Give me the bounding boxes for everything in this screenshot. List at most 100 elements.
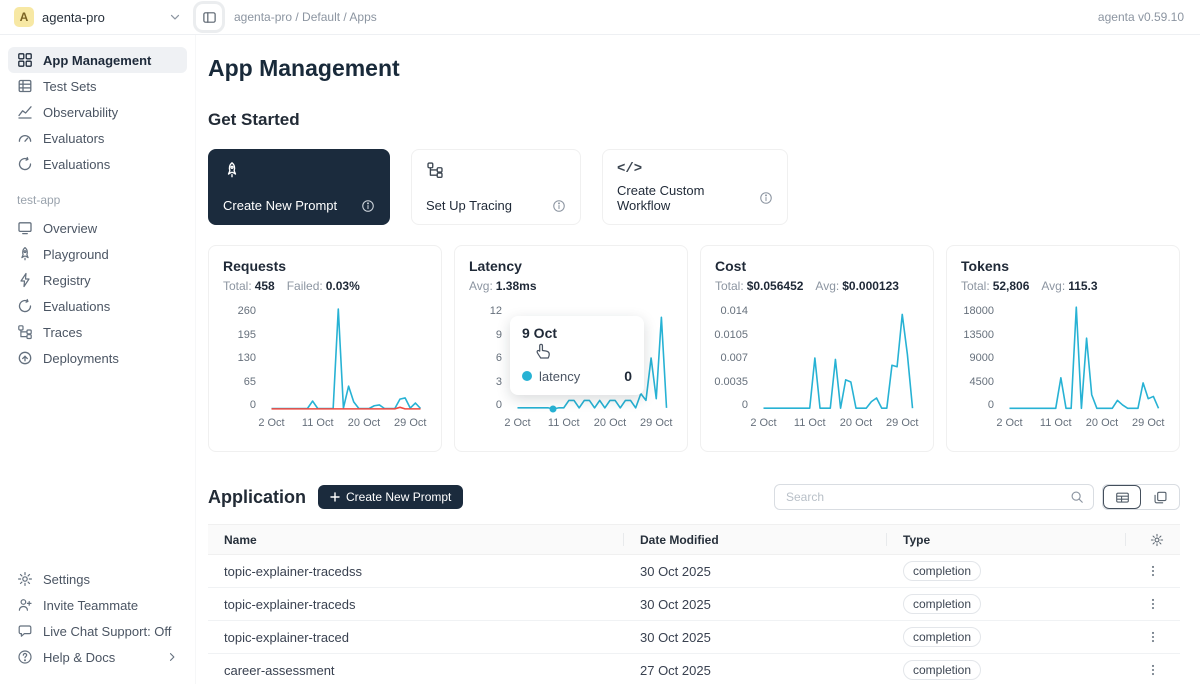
sidebar-item-deployments[interactable]: Deployments [8,345,187,371]
sidebar-item-invite-teammate[interactable]: Invite Teammate [8,592,187,618]
y-tick-label: 0.007 [720,352,748,364]
row-actions-button[interactable] [1142,593,1164,615]
x-tick-label: 20 Oct [594,417,626,429]
plus-icon [330,492,340,502]
sidebar-item-registry[interactable]: Registry [8,267,187,293]
chart-stat: Total:$0.056452 [715,279,803,293]
x-tick-label: 2 Oct [750,417,776,429]
tokens-chart-card[interactable]: Tokens Total:52,806 Avg:115.3 1800013500… [946,245,1180,452]
search-icon[interactable] [1070,490,1084,504]
y-axis: 260195130650 [223,305,265,411]
app-name[interactable]: topic-explainer-traceds [208,588,624,621]
card-view-button[interactable] [1141,485,1179,509]
x-tick-label: 29 Oct [1132,417,1164,429]
table-row[interactable]: topic-explainer-traced 30 Oct 2025 compl… [208,621,1180,654]
circle-arrow-icon [17,298,33,314]
sidebar-item-overview[interactable]: Overview [8,215,187,241]
sidebar-item-label: Playground [43,247,109,262]
info-icon[interactable] [361,199,375,213]
series-requests [271,309,420,408]
chevron-down-icon [168,10,182,24]
info-icon[interactable] [759,191,773,205]
sidebar-item-settings[interactable]: Settings [8,566,187,592]
y-axis: 1800013500900045000 [961,305,1003,411]
sidebar-item-test-sets[interactable]: Test Sets [8,73,187,99]
app-date: 30 Oct 2025 [624,555,887,588]
column-header-date[interactable]: Date Modified [624,525,887,555]
y-tick-label: 0 [988,399,994,411]
sidebar-item-label: Invite Teammate [43,598,138,613]
card-label: Create New Prompt [223,198,337,213]
chart-stat: Avg:$0.000123 [815,279,899,293]
x-tick-label: 11 Oct [548,417,580,429]
search-input[interactable] [786,490,1070,504]
y-tick-label: 0 [496,399,502,411]
info-icon[interactable] [552,199,566,213]
cursor-pointer-icon [535,343,551,365]
row-actions-button[interactable] [1142,560,1164,582]
card-view-icon [1153,490,1168,505]
chart-plot[interactable] [1003,305,1165,411]
create-custom-workflow-card[interactable]: </> Create Custom Workflow [602,149,788,225]
column-header-type[interactable]: Type [887,525,1126,555]
cost-chart-card[interactable]: Cost Total:$0.056452 Avg:$0.000123 0.014… [700,245,934,452]
app-name[interactable]: topic-explainer-tracedss [208,555,624,588]
row-actions-button[interactable] [1142,659,1164,681]
series-cost [763,314,912,408]
page-title: App Management [208,55,1180,82]
workspace-selector[interactable]: A agenta-pro [0,7,182,27]
y-axis: 0.0140.01050.0070.00350 [715,305,757,411]
create-new-prompt-button[interactable]: Create New Prompt [318,485,463,509]
sidebar-item-evaluations[interactable]: Evaluations [8,151,187,177]
table-settings-button[interactable] [1150,533,1164,547]
table-row[interactable]: career-assessment 27 Oct 2025 completion [208,654,1180,684]
workspace-avatar: A [14,7,34,27]
row-actions-button[interactable] [1142,626,1164,648]
hover-point-marker [550,405,557,412]
app-name[interactable]: career-assessment [208,654,624,684]
sidebar-section-label: test-app [17,193,187,207]
card-label: Set Up Tracing [426,198,512,213]
search-box[interactable] [774,484,1094,510]
requests-chart-card[interactable]: Requests Total:458 Failed:0.03% 26019513… [208,245,442,452]
chart-plot[interactable] [265,305,427,411]
sidebar-item-label: Settings [43,572,90,587]
applications-table: Name Date Modified Type topic-explainer-… [208,524,1180,684]
chart-stat: Failed:0.03% [287,279,360,293]
grid-icon [17,52,33,68]
x-axis: 2 Oct11 Oct20 Oct29 Oct [265,417,427,433]
set-up-tracing-card[interactable]: Set Up Tracing [411,149,581,225]
code-icon: </> [617,161,773,179]
y-tick-label: 12 [490,305,502,317]
sidebar-item-live-chat[interactable]: Live Chat Support: Off [8,618,187,644]
sidebar-item-observability[interactable]: Observability [8,99,187,125]
chart-title: Latency [469,258,673,274]
tree-icon [17,324,33,340]
latency-chart-card[interactable]: Latency Avg:1.38ms 129630 2 Oct11 Oct20 … [454,245,688,452]
y-tick-label: 0 [250,399,256,411]
column-header-name[interactable]: Name [208,525,624,555]
table-view-button[interactable] [1103,485,1141,509]
sidebar-item-app-evaluations[interactable]: Evaluations [8,293,187,319]
app-name[interactable]: topic-explainer-traced [208,621,624,654]
create-new-prompt-card[interactable]: Create New Prompt [208,149,390,225]
sidebar-item-playground[interactable]: Playground [8,241,187,267]
chart-plot[interactable] [757,305,919,411]
sidebar-item-help-docs[interactable]: Help & Docs [8,644,187,670]
x-tick-label: 29 Oct [640,417,672,429]
table-row[interactable]: topic-explainer-traceds 30 Oct 2025 comp… [208,588,1180,621]
sidebar-item-app-management[interactable]: App Management [8,47,187,73]
breadcrumb[interactable]: agenta-pro / Default / Apps [234,10,377,24]
sidebar-item-evaluators[interactable]: Evaluators [8,125,187,151]
sidebar-item-traces[interactable]: Traces [8,319,187,345]
ellipsis-icon [1146,630,1160,644]
ellipsis-icon [1146,663,1160,677]
sidebar-item-label: Help & Docs [43,650,115,665]
x-tick-label: 29 Oct [886,417,918,429]
table-rows-icon [17,78,33,94]
table-row[interactable]: topic-explainer-tracedss 30 Oct 2025 com… [208,555,1180,588]
y-tick-label: 9 [496,329,502,341]
y-tick-label: 6 [496,352,502,364]
get-started-cards: Create New Prompt Set Up Tracing </> Cre… [208,149,1180,225]
sidebar-toggle-button[interactable] [196,4,222,30]
